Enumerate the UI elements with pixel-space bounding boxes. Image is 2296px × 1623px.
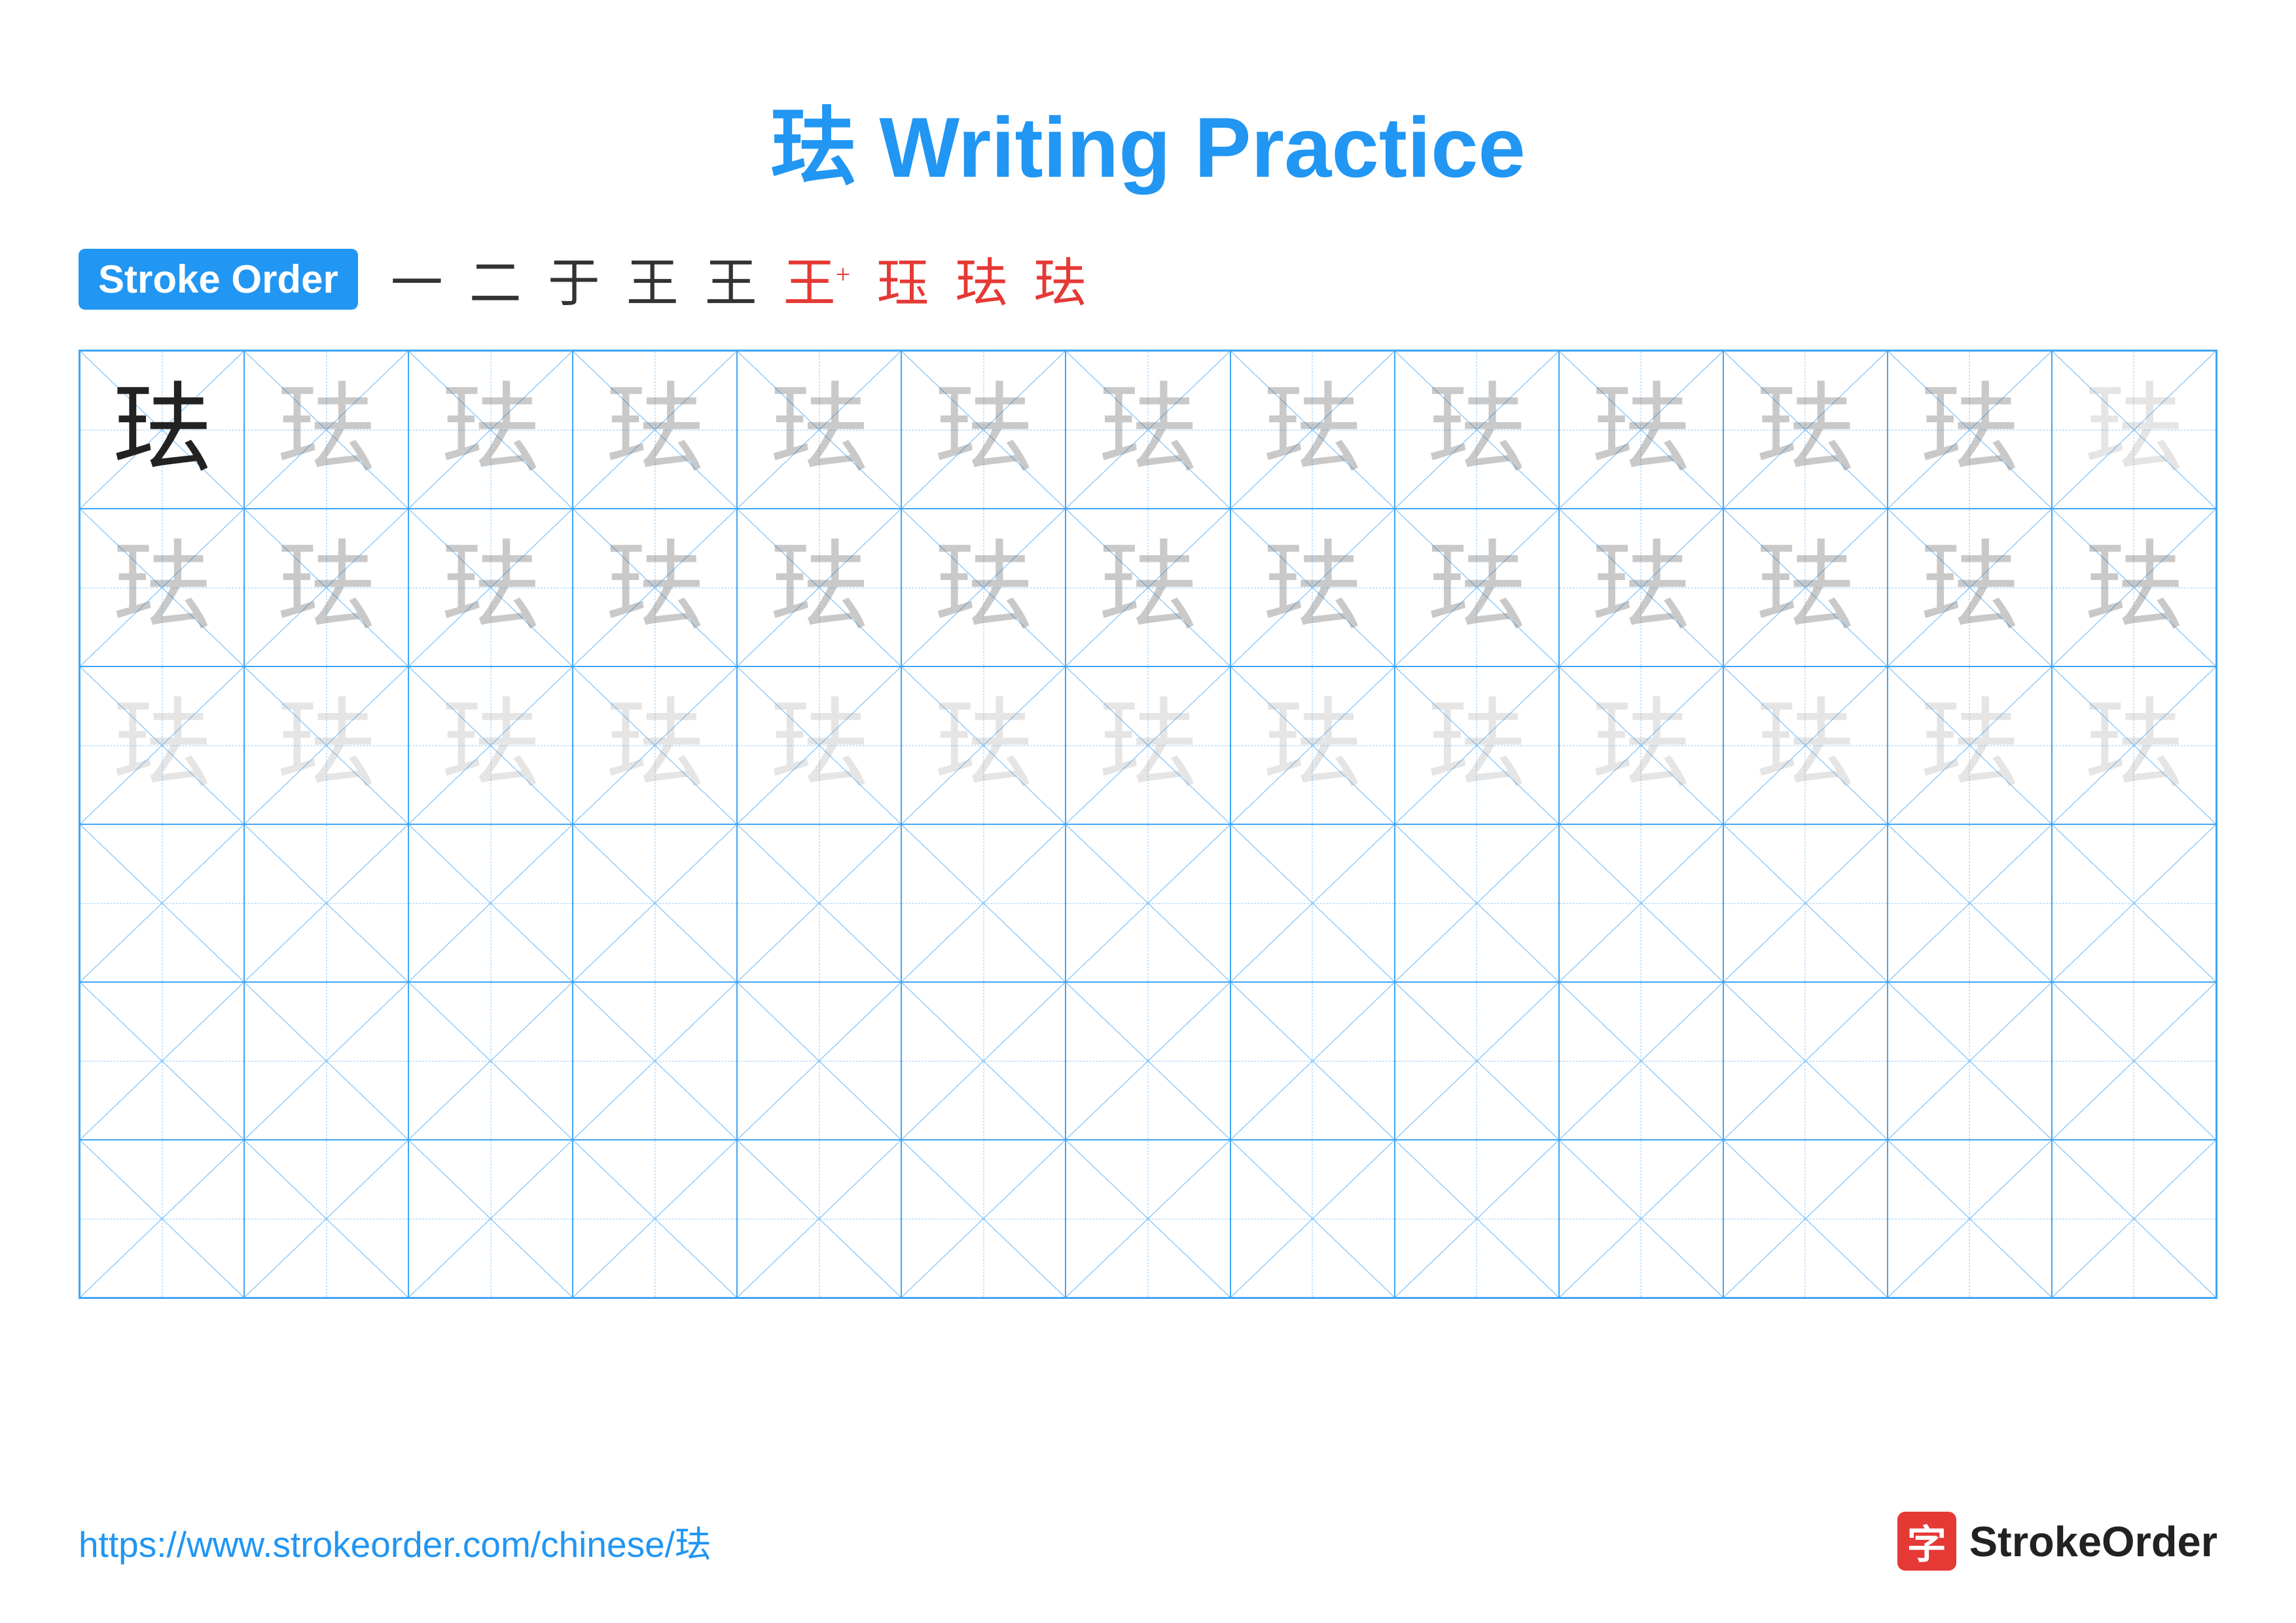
grid-cell-r1c5: 珐 xyxy=(737,351,901,509)
grid-cell-r4c4[interactable] xyxy=(573,824,737,982)
grid-cell-r6c6[interactable] xyxy=(901,1140,1066,1298)
grid-cell-r2c13: 珐 xyxy=(2052,509,2216,666)
grid-cell-r4c12[interactable] xyxy=(1888,824,2052,982)
grid-cell-r6c10[interactable] xyxy=(1559,1140,1723,1298)
stroke-order-row: Stroke Order 一 二 于 王 王 王+ 珏 珐 珐 xyxy=(79,241,2217,317)
grid-cell-r1c12: 珐 xyxy=(1888,351,2052,509)
grid-cell-r5c11[interactable] xyxy=(1723,982,1888,1140)
grid-cell-r1c1: 珐 xyxy=(80,351,244,509)
grid-cell-r3c13: 珐 xyxy=(2052,666,2216,824)
grid-cell-r6c13[interactable] xyxy=(2052,1140,2216,1298)
grid-cell-r3c10: 珐 xyxy=(1559,666,1723,824)
grid-cell-r4c9[interactable] xyxy=(1395,824,1559,982)
grid-cell-r4c5[interactable] xyxy=(737,824,901,982)
grid-cell-r1c7: 珐 xyxy=(1066,351,1230,509)
grid-cell-r5c6[interactable] xyxy=(901,982,1066,1140)
grid-cell-r2c10: 珐 xyxy=(1559,509,1723,666)
grid-cell-r2c6: 珐 xyxy=(901,509,1066,666)
grid-cell-r1c6: 珐 xyxy=(901,351,1066,509)
grid-cell-r6c4[interactable] xyxy=(573,1140,737,1298)
stroke-step-7: 珏 xyxy=(876,241,929,317)
footer: https://www.strokeorder.com/chinese/珐 字 … xyxy=(79,1512,2217,1571)
grid-cell-r1c10: 珐 xyxy=(1559,351,1723,509)
grid-cell-r1c8: 珐 xyxy=(1230,351,1395,509)
grid-cell-r3c11: 珐 xyxy=(1723,666,1888,824)
grid-cell-r4c11[interactable] xyxy=(1723,824,1888,982)
grid-cell-r4c13[interactable] xyxy=(2052,824,2216,982)
grid-cell-r6c2[interactable] xyxy=(244,1140,408,1298)
grid-cell-r3c1: 珐 xyxy=(80,666,244,824)
grid-cell-r3c6: 珐 xyxy=(901,666,1066,824)
grid-cell-r4c2[interactable] xyxy=(244,824,408,982)
grid-cell-r4c1[interactable] xyxy=(80,824,244,982)
grid-cell-r5c2[interactable] xyxy=(244,982,408,1140)
grid-cell-r3c3: 珐 xyxy=(408,666,573,824)
grid-cell-r5c12[interactable] xyxy=(1888,982,2052,1140)
stroke-step-3: 于 xyxy=(548,241,600,317)
grid-cell-r6c12[interactable] xyxy=(1888,1140,2052,1298)
stroke-step-8: 珐 xyxy=(955,241,1007,317)
practice-grid: 珐 珐 珐 珐 珐 珐 珐 珐 xyxy=(79,350,2217,1299)
grid-cell-r4c3[interactable] xyxy=(408,824,573,982)
stroke-step-1: 一 xyxy=(391,241,443,317)
char-dark: 珐 xyxy=(113,381,211,479)
grid-cell-r2c8: 珐 xyxy=(1230,509,1395,666)
grid-cell-r5c13[interactable] xyxy=(2052,982,2216,1140)
grid-cell-r2c5: 珐 xyxy=(737,509,901,666)
grid-cell-r1c13: 珐 xyxy=(2052,351,2216,509)
stroke-step-6: 王+ xyxy=(783,241,851,317)
grid-cell-r2c12: 珐 xyxy=(1888,509,2052,666)
grid-cell-r6c1[interactable] xyxy=(80,1140,244,1298)
grid-cell-r5c3[interactable] xyxy=(408,982,573,1140)
grid-cell-r6c11[interactable] xyxy=(1723,1140,1888,1298)
stroke-steps: 一 二 于 王 王 王+ 珏 珐 珐 xyxy=(391,241,1086,317)
grid-cell-r5c5[interactable] xyxy=(737,982,901,1140)
stroke-step-2: 二 xyxy=(469,241,522,317)
grid-cell-r6c5[interactable] xyxy=(737,1140,901,1298)
grid-cell-r2c11: 珐 xyxy=(1723,509,1888,666)
grid-cell-r3c8: 珐 xyxy=(1230,666,1395,824)
grid-cell-r2c9: 珐 xyxy=(1395,509,1559,666)
grid-cell-r3c5: 珐 xyxy=(737,666,901,824)
grid-cell-r3c7: 珐 xyxy=(1066,666,1230,824)
grid-cell-r3c9: 珐 xyxy=(1395,666,1559,824)
stroke-step-9: 珐 xyxy=(1033,241,1086,317)
grid-cell-r1c9: 珐 xyxy=(1395,351,1559,509)
grid-cell-r4c8[interactable] xyxy=(1230,824,1395,982)
page: 珐 Writing Practice Stroke Order 一 二 于 王 … xyxy=(0,0,2296,1623)
grid-cell-r6c3[interactable] xyxy=(408,1140,573,1298)
page-title: 珐 Writing Practice xyxy=(79,79,2217,202)
grid-cell-r2c7: 珐 xyxy=(1066,509,1230,666)
stroke-order-badge: Stroke Order xyxy=(79,249,358,310)
grid-cell-r3c12: 珐 xyxy=(1888,666,2052,824)
grid-cell-r2c1: 珐 xyxy=(80,509,244,666)
grid-cell-r4c6[interactable] xyxy=(901,824,1066,982)
grid-cell-r1c2: 珐 xyxy=(244,351,408,509)
stroke-step-5: 王 xyxy=(705,241,757,317)
grid-cell-r5c8[interactable] xyxy=(1230,982,1395,1140)
grid-cell-r4c7[interactable] xyxy=(1066,824,1230,982)
grid-cell-r5c4[interactable] xyxy=(573,982,737,1140)
grid-cell-r3c4: 珐 xyxy=(573,666,737,824)
grid-cell-r6c7[interactable] xyxy=(1066,1140,1230,1298)
grid-cell-r3c2: 珐 xyxy=(244,666,408,824)
grid-cell-r6c8[interactable] xyxy=(1230,1140,1395,1298)
grid-cell-r2c2: 珐 xyxy=(244,509,408,666)
grid-cell-r5c1[interactable] xyxy=(80,982,244,1140)
footer-url: https://www.strokeorder.com/chinese/珐 xyxy=(79,1515,711,1567)
grid-cell-r5c7[interactable] xyxy=(1066,982,1230,1140)
grid-cell-r4c10[interactable] xyxy=(1559,824,1723,982)
grid-cell-r1c11: 珐 xyxy=(1723,351,1888,509)
grid-cell-r6c9[interactable] xyxy=(1395,1140,1559,1298)
footer-logo: 字 StrokeOrder xyxy=(1897,1512,2217,1571)
grid-cell-r5c9[interactable] xyxy=(1395,982,1559,1140)
logo-icon: 字 xyxy=(1897,1512,1956,1571)
logo-name: StrokeOrder xyxy=(1969,1517,2217,1566)
grid-cell-r1c3: 珐 xyxy=(408,351,573,509)
grid-cell-r2c3: 珐 xyxy=(408,509,573,666)
grid-cell-r1c4: 珐 xyxy=(573,351,737,509)
stroke-step-4: 王 xyxy=(626,241,679,317)
grid-cell-r2c4: 珐 xyxy=(573,509,737,666)
grid-cell-r5c10[interactable] xyxy=(1559,982,1723,1140)
